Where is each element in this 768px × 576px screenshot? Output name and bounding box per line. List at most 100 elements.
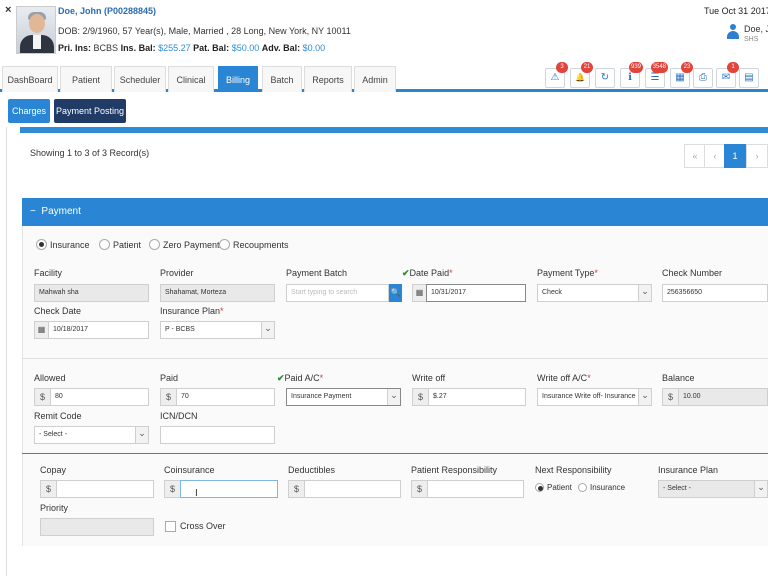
calendar-icon[interactable]: ▦ — [34, 321, 48, 339]
label-payment-batch: Payment Batch — [286, 268, 348, 278]
pager-prev[interactable]: ‹ — [704, 144, 726, 168]
label-patient-responsibility: Patient Responsibility — [411, 465, 498, 475]
balance-field: 10.00 — [678, 388, 768, 406]
remit-code-select[interactable]: - Select - — [34, 426, 149, 444]
radio-patient[interactable]: Patient — [99, 239, 141, 250]
currency-addon: $ — [34, 388, 50, 406]
subtab-charges[interactable]: Charges — [8, 99, 50, 123]
currency-addon: $ — [164, 480, 180, 498]
radio-insurance[interactable]: Insurance — [36, 239, 90, 250]
search-icon[interactable]: 🔍 — [389, 284, 402, 302]
tab-reports[interactable]: Reports — [304, 66, 352, 92]
cross-over-checkbox[interactable] — [165, 521, 176, 532]
label-check-number: Check Number — [662, 268, 723, 278]
label-paid: Paid — [160, 373, 179, 383]
records-count: Showing 1 to 3 of 3 Record(s) — [30, 148, 150, 158]
calendar-icon[interactable]: ▦ — [412, 284, 426, 302]
label-icn-dcn: ICN/DCN — [160, 411, 198, 421]
check-number-input[interactable]: 256356650 — [662, 284, 768, 302]
report-icon[interactable]: ▤ — [739, 68, 759, 88]
currency-addon: $ — [40, 480, 56, 498]
write-off-ac-select[interactable]: Insurance Write off- Insurance — [537, 388, 652, 406]
tasks-icon[interactable]: ☰ 3548 — [645, 62, 668, 88]
payment-panel — [22, 226, 768, 546]
tab-admin[interactable]: Admin — [354, 66, 396, 92]
currency-addon: $ — [411, 480, 427, 498]
patient-demographics: DOB: 2/9/1960, 57 Year(s), Male, Married… — [58, 26, 351, 36]
tab-patient[interactable]: Patient — [60, 66, 112, 92]
check-date-input[interactable]: 10/18/2017 — [48, 321, 149, 339]
write-off-input[interactable]: $.27 — [428, 388, 526, 406]
patient-responsibility-input[interactable] — [427, 480, 524, 498]
label-paid-ac: ✔Paid A/C* — [277, 373, 324, 383]
radio-dot — [149, 239, 160, 250]
bell-icon[interactable]: 🔔 21 — [570, 62, 593, 88]
mail-icon[interactable]: ✉ 1 — [716, 62, 739, 88]
close-icon[interactable]: × — [5, 4, 11, 16]
label-payment-type: Payment Type* — [537, 268, 598, 278]
user-icon[interactable] — [727, 24, 739, 40]
tab-batch[interactable]: Batch — [262, 66, 302, 92]
copay-input[interactable] — [56, 480, 154, 498]
payment-batch-input[interactable]: Start typing to search — [286, 284, 389, 302]
print-icon[interactable]: ⎙ — [693, 68, 713, 88]
radio-next-patient[interactable]: Patient — [535, 483, 572, 492]
label-priority: Priority — [40, 503, 69, 513]
current-date: Tue Oct 31 2017 9 — [704, 6, 768, 16]
priority-field — [40, 518, 154, 536]
label-date-paid: ✔Date Paid* — [402, 268, 453, 278]
patient-photo — [16, 6, 56, 54]
radio-dot — [535, 483, 544, 492]
user-name[interactable]: Doe, Jo — [744, 24, 768, 34]
insurance-plan-2-select[interactable]: - Select - — [658, 480, 768, 498]
pager-page-1[interactable]: 1 — [724, 144, 746, 168]
paid-input[interactable]: 70 — [176, 388, 275, 406]
divider — [22, 453, 768, 454]
allowed-input[interactable]: 80 — [50, 388, 149, 406]
currency-addon: $ — [662, 388, 678, 406]
info-icon[interactable]: ℹ 939 — [620, 62, 643, 88]
payment-panel-header[interactable]: − Payment — [22, 198, 768, 226]
divider — [22, 358, 768, 359]
date-paid-input[interactable]: 10/31/2017 — [426, 284, 526, 302]
calendar-icon[interactable]: ▦ 23 — [670, 62, 693, 88]
label-copay: Copay — [40, 465, 67, 475]
label-check-date: Check Date — [34, 306, 82, 316]
main-nav: DashBoard Patient Scheduler Clinical Bil… — [0, 62, 768, 92]
label-deductibles: Deductibles — [288, 465, 336, 475]
paid-ac-select[interactable]: Insurance Payment — [286, 388, 401, 406]
radio-recoupments[interactable]: Recoupments — [219, 239, 289, 250]
refresh-icon[interactable]: ↻ — [595, 68, 615, 88]
facility-field: Mahwah sha — [34, 284, 149, 302]
currency-addon: $ — [412, 388, 428, 406]
label-coinsurance: Coinsurance — [164, 465, 215, 475]
label-write-off: Write off — [412, 373, 446, 383]
patient-name-link[interactable]: Doe, John (P00288845) — [58, 6, 156, 16]
radio-next-insurance[interactable]: Insurance — [578, 483, 625, 492]
label-facility: Facility — [34, 268, 63, 278]
tab-scheduler[interactable]: Scheduler — [114, 66, 166, 92]
provider-field: Shahamat, Morteza — [160, 284, 275, 302]
tab-billing[interactable]: Billing — [218, 66, 258, 92]
billing-subnav: Charges Payment Posting — [0, 95, 768, 127]
label-insurance-plan: Insurance Plan* — [160, 306, 224, 316]
label-allowed: Allowed — [34, 373, 66, 383]
icn-dcn-input[interactable] — [160, 426, 275, 444]
label-balance: Balance — [662, 373, 695, 383]
pager-first[interactable]: « — [684, 144, 706, 168]
warning-icon[interactable]: ⚠ 3 — [545, 62, 568, 88]
deductibles-input[interactable] — [304, 480, 401, 498]
subtab-payment-posting[interactable]: Payment Posting — [54, 99, 126, 123]
label-provider: Provider — [160, 268, 194, 278]
label-insurance-plan-2: Insurance Plan — [658, 465, 719, 475]
tab-dashboard[interactable]: DashBoard — [2, 66, 58, 92]
payment-type-select[interactable]: Check — [537, 284, 652, 302]
pager-next[interactable]: › — [746, 144, 768, 168]
currency-addon: $ — [160, 388, 176, 406]
tab-clinical[interactable]: Clinical — [168, 66, 214, 92]
patient-balances: Pri. Ins: BCBS Ins. Bal: $255.27 Pat. Ba… — [58, 43, 326, 53]
insurance-plan-select[interactable]: P - BCBS — [160, 321, 275, 339]
radio-zero-payment[interactable]: Zero Payment — [149, 239, 220, 250]
label-next-responsibility: Next Responsibility — [535, 465, 612, 475]
currency-addon: $ — [288, 480, 304, 498]
